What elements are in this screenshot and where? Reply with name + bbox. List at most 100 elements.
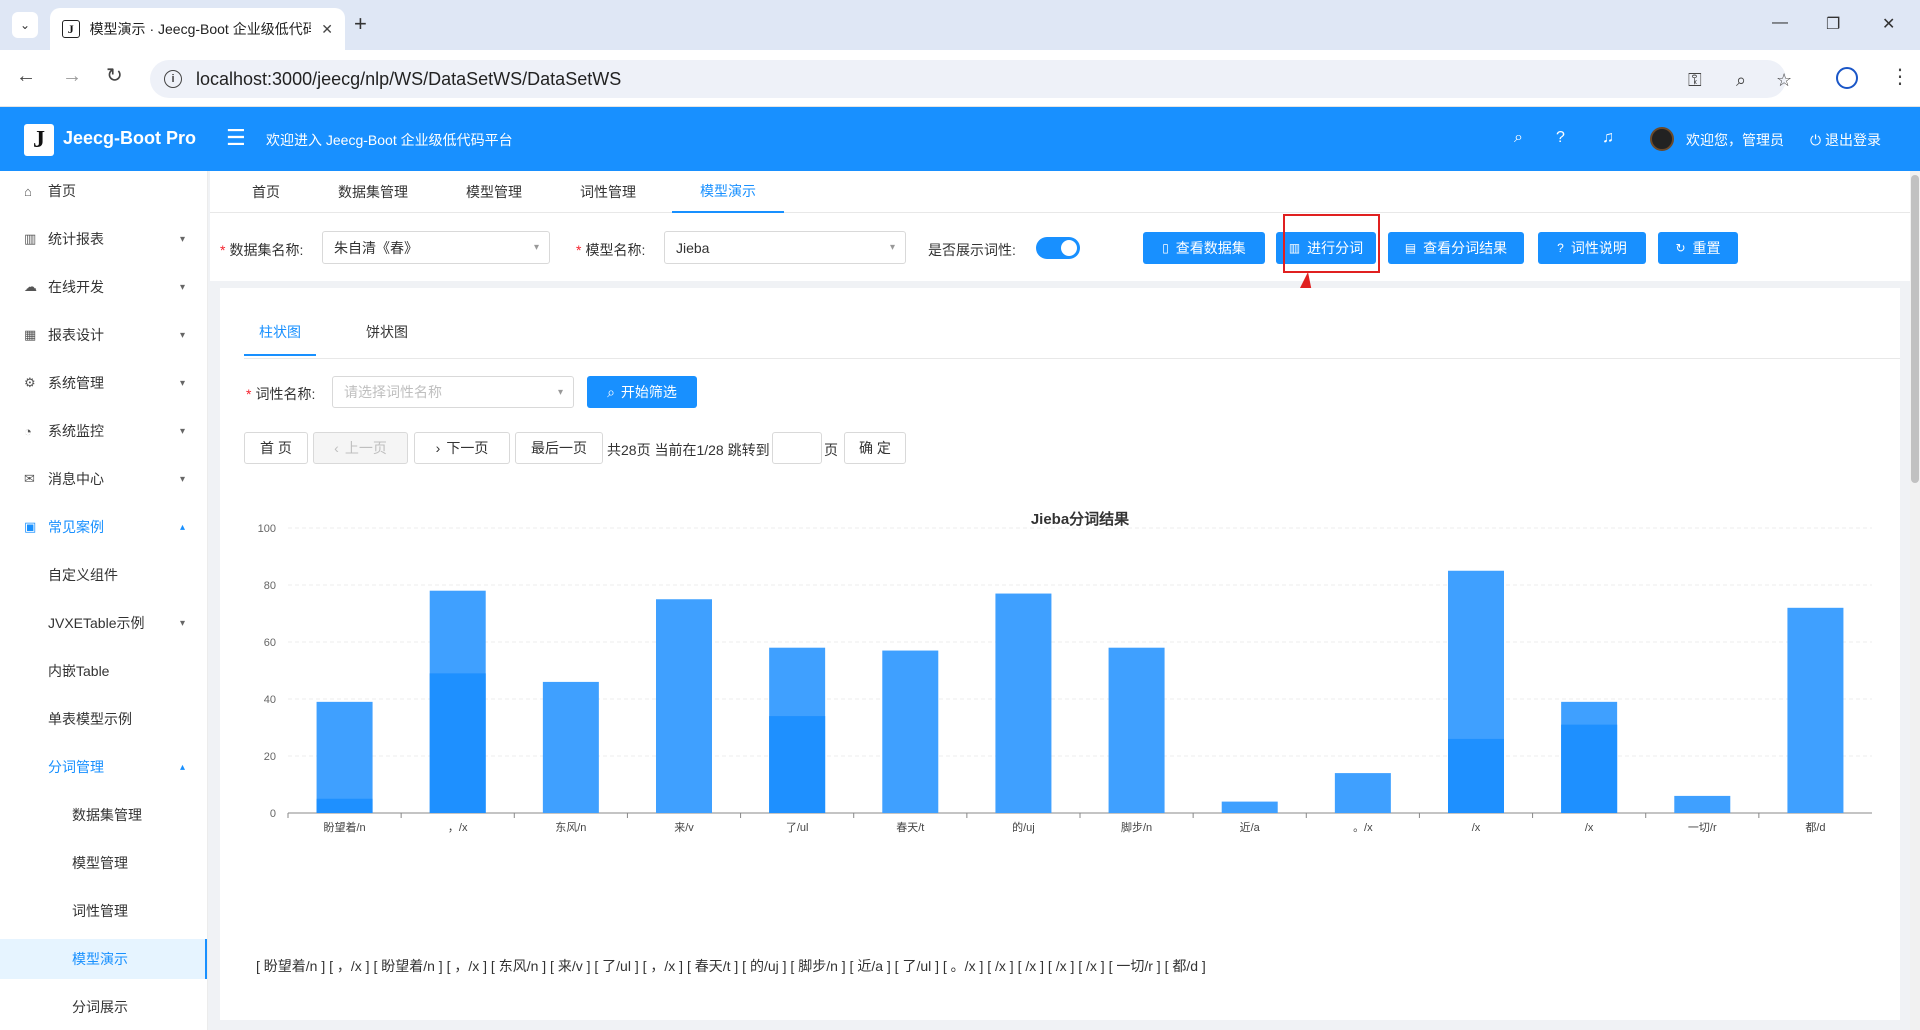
sidebar: ⌂ 首页 ▥ 统计报表 ▾ ☁ 在线开发 ▾ ▦ 报表设计 ▾ ⚙ 系统管理 ▾… — [0, 171, 208, 1030]
dashboard-icon: ◔ — [24, 423, 32, 439]
sidebar-item-jvxetable[interactable]: JVXETable示例 ▾ — [0, 603, 207, 643]
annotation-highlight-box — [1283, 214, 1380, 273]
view-dataset-button[interactable]: ▯ 查看数据集 — [1143, 232, 1265, 264]
sidebar-item-label: 数据集管理 — [72, 807, 142, 823]
sidebar-item-segmentation[interactable]: 分词管理 ▴ — [0, 747, 207, 787]
password-key-icon[interactable]: ⚿ — [1688, 70, 1702, 91]
next-page-button[interactable]: › 下一页 — [414, 432, 510, 464]
bell-icon[interactable]: ♫ — [1602, 129, 1614, 147]
browser-tab[interactable]: J 模型演示 · Jeecg-Boot 企业级低代码平台 ✕ — [50, 8, 345, 50]
dataset-select[interactable]: 朱自清《春》 ▾ — [322, 231, 550, 264]
bar — [1221, 801, 1278, 813]
search-icon[interactable]: ⌕ — [1514, 129, 1523, 147]
chevron-down-icon: ▾ — [180, 617, 186, 629]
minimize-icon[interactable]: — — [1772, 14, 1788, 32]
view-result-button[interactable]: ▤ 查看分词结果 — [1388, 232, 1524, 264]
show-pos-label: 是否展示词性: — [928, 242, 1016, 258]
x-tick-label: 近/a — [1240, 821, 1261, 834]
model-select[interactable]: Jieba ▾ — [664, 231, 906, 264]
avatar[interactable] — [1650, 127, 1674, 151]
more-menu-icon[interactable]: ⋮ — [1890, 64, 1910, 89]
sidebar-item-report-design[interactable]: ▦ 报表设计 ▾ — [0, 315, 207, 355]
bar — [769, 716, 826, 813]
sidebar-item-online-dev[interactable]: ☁ 在线开发 ▾ — [0, 267, 207, 307]
forward-icon[interactable]: → — [62, 66, 82, 86]
y-tick-label: 20 — [264, 751, 276, 763]
y-tick-label: 80 — [264, 580, 276, 592]
x-tick-label: 一切/r — [1688, 821, 1717, 834]
x-tick-label: 都/d — [1805, 821, 1825, 834]
page-tabs: 首页 数据集管理 模型管理 词性管理 模型演示 — [210, 171, 1910, 213]
prev-page-button[interactable]: ‹ 上一页 — [313, 432, 408, 464]
chevron-down-icon: ▾ — [533, 242, 539, 253]
chevron-down-icon: ▾ — [180, 377, 186, 389]
page-scrollbar[interactable] — [1910, 171, 1920, 1030]
sidebar-item-label: 模型演示 — [72, 951, 128, 967]
x-tick-label: 盼望着/n — [323, 820, 365, 834]
sidebar-item-label: 单表模型示例 — [48, 711, 132, 727]
show-pos-switch[interactable] — [1036, 237, 1080, 259]
last-page-button[interactable]: 最后一页 — [515, 432, 603, 464]
sidebar-item-inner-table[interactable]: 内嵌Table — [0, 651, 207, 691]
jump-page-input[interactable] — [772, 432, 822, 464]
sidebar-item-messages[interactable]: ✉ 消息中心 ▾ — [0, 459, 207, 499]
user-greeting[interactable]: 欢迎您，管理员 — [1686, 130, 1784, 150]
restore-icon[interactable]: ❐ — [1826, 14, 1840, 34]
back-icon[interactable]: ← — [16, 66, 36, 86]
model-label: * 模型名称: — [576, 242, 646, 258]
tab-search-button[interactable]: ⌄ — [12, 12, 38, 38]
reset-button[interactable]: ↻ 重置 — [1658, 232, 1738, 264]
first-page-button[interactable]: 首 页 — [244, 432, 308, 464]
sidebar-item-home[interactable]: ⌂ 首页 — [0, 171, 207, 211]
bar — [656, 599, 712, 813]
sidebar-item-reports[interactable]: ▥ 统计报表 ▾ — [0, 219, 207, 259]
bar — [1108, 647, 1165, 813]
chevron-down-icon: ▾ — [180, 425, 186, 437]
tab-model-mgmt[interactable]: 模型管理 — [466, 171, 522, 213]
help-icon[interactable]: ? — [1556, 129, 1565, 147]
zoom-icon[interactable]: ⌕ — [1736, 70, 1746, 91]
sidebar-item-monitor[interactable]: ◔ 系统监控 ▾ — [0, 411, 207, 451]
sidebar-item-label: 统计报表 — [48, 231, 104, 247]
sidebar-item-label: JVXETable示例 — [48, 615, 145, 631]
search-icon: ⌕ — [607, 383, 615, 400]
start-filter-button[interactable]: ⌕ 开始筛选 — [587, 376, 697, 408]
bookmark-star-icon[interactable]: ☆ — [1776, 70, 1792, 91]
sidebar-item-custom-components[interactable]: 自定义组件 — [0, 555, 207, 595]
close-icon[interactable]: ✕ — [321, 21, 333, 38]
chevron-down-icon: ▾ — [180, 233, 186, 245]
sidebar-item-single-table[interactable]: 单表模型示例 — [0, 699, 207, 739]
pos-help-button[interactable]: ? 词性说明 — [1538, 232, 1646, 264]
tab-pos-mgmt[interactable]: 词性管理 — [580, 171, 636, 213]
tab-home[interactable]: 首页 — [252, 171, 280, 213]
bar-chart-icon: ▥ — [24, 231, 37, 246]
scrollbar-thumb[interactable] — [1911, 175, 1919, 483]
tab-dataset-mgmt[interactable]: 数据集管理 — [338, 171, 408, 213]
sidebar-item-pos-mgmt[interactable]: 词性管理 — [0, 891, 207, 931]
sidebar-item-model-demo[interactable]: 模型演示 — [0, 939, 207, 979]
logout-button[interactable]: ⏻ 退出登录 — [1810, 130, 1881, 150]
sidebar-item-model-mgmt[interactable]: 模型管理 — [0, 843, 207, 883]
tab-pie-chart[interactable]: 饼状图 — [366, 322, 408, 354]
profile-icon[interactable] — [1836, 67, 1858, 89]
tab-bar-chart[interactable]: 柱状图 — [244, 322, 316, 356]
pos-filter-select[interactable]: 请选择词性名称 ▾ — [332, 376, 574, 408]
new-tab-button[interactable]: + — [354, 13, 367, 35]
window-close-icon[interactable]: ✕ — [1882, 14, 1895, 34]
reload-icon[interactable]: ↻ — [106, 66, 123, 86]
chevron-down-icon: ▾ — [180, 329, 186, 341]
address-bar[interactable]: i localhost:3000/jeecg/nlp/WS/DataSetWS/… — [150, 60, 1792, 98]
menu-fold-icon[interactable]: ☰ — [226, 125, 246, 151]
sidebar-item-system[interactable]: ⚙ 系统管理 ▾ — [0, 363, 207, 403]
chart-card: 柱状图 饼状图 * 词性名称: 请选择词性名称 ▾ ⌕ 开始筛选 首 页 ‹ 上一页 … — [220, 288, 1900, 1020]
sidebar-item-dataset-mgmt[interactable]: 数据集管理 — [0, 795, 207, 835]
y-tick-label: 40 — [264, 694, 276, 706]
site-info-icon[interactable]: i — [164, 70, 182, 88]
chart-title: Jieba分词结果 — [1031, 510, 1130, 528]
jump-confirm-button[interactable]: 确 定 — [844, 432, 906, 464]
tab-model-demo[interactable]: 模型演示 — [672, 171, 784, 213]
sidebar-item-examples[interactable]: ▣ 常见案例 ▴ — [0, 507, 207, 547]
x-tick-label: 了/ul — [786, 821, 809, 834]
sidebar-item-label: 内嵌Table — [48, 663, 110, 679]
sidebar-item-seg-display[interactable]: 分词展示 — [0, 987, 207, 1027]
